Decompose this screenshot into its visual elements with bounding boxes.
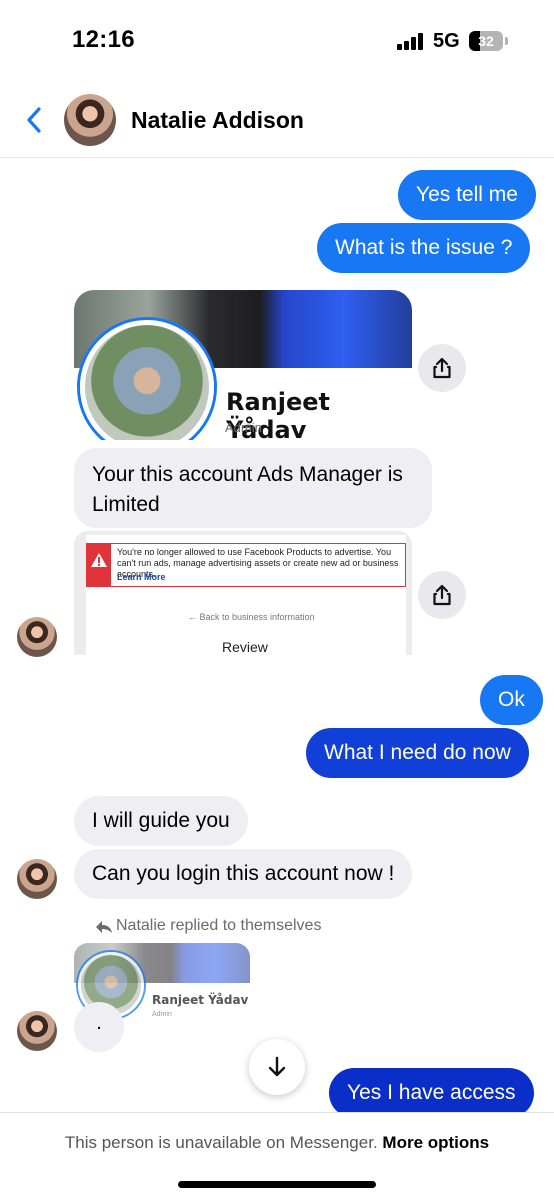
status-bar: 12:16 5G 32 bbox=[0, 0, 554, 80]
message-incoming[interactable]: Can you login this account now ! bbox=[74, 849, 413, 899]
message-incoming[interactable]: Your this account Ads Manager is Limited bbox=[74, 448, 432, 528]
reply-icon bbox=[96, 921, 112, 933]
arrow-down-icon bbox=[268, 1056, 286, 1077]
message-outgoing[interactable]: Ok bbox=[480, 675, 543, 725]
restriction-screenshot[interactable]: You're no longer allowed to use Facebook… bbox=[74, 531, 412, 655]
share-icon bbox=[433, 357, 451, 379]
warning-icon bbox=[91, 553, 107, 567]
scroll-down-button[interactable] bbox=[249, 1039, 305, 1095]
share-button[interactable] bbox=[418, 571, 466, 619]
alert-stripe bbox=[87, 544, 111, 586]
battery-percent: 32 bbox=[478, 33, 494, 49]
sender-avatar bbox=[17, 859, 57, 899]
message-outgoing[interactable]: Yes I have access bbox=[329, 1068, 534, 1118]
message-outgoing[interactable]: What I need do now bbox=[306, 728, 529, 778]
message-outgoing[interactable]: What is the issue ? bbox=[317, 223, 531, 273]
message-outgoing[interactable]: Yes tell me bbox=[398, 170, 536, 220]
chat-header: Natalie Addison bbox=[0, 82, 554, 158]
screenshot-content: You're no longer allowed to use Facebook… bbox=[86, 535, 406, 655]
contact-name[interactable]: Natalie Addison bbox=[131, 107, 304, 134]
mini-profile-name: Ranjeet Ÿådav bbox=[152, 993, 249, 1007]
message-incoming[interactable]: . bbox=[74, 1002, 124, 1052]
contact-avatar[interactable] bbox=[64, 94, 116, 146]
review-label: Review bbox=[222, 639, 268, 655]
message-incoming[interactable]: I will guide you bbox=[74, 796, 248, 846]
network-label: 5G bbox=[433, 30, 460, 52]
share-icon bbox=[433, 584, 451, 606]
footer-text: This person is unavailable on Messenger.… bbox=[0, 1133, 554, 1153]
back-button[interactable] bbox=[20, 104, 48, 136]
home-indicator[interactable] bbox=[178, 1181, 376, 1188]
sender-avatar bbox=[17, 1011, 57, 1051]
share-button[interactable] bbox=[418, 344, 466, 392]
profile-role: Admin bbox=[225, 420, 262, 435]
unavailable-text: This person is unavailable on Messenger. bbox=[64, 1133, 378, 1152]
signal-icon bbox=[397, 33, 425, 50]
back-to-business-link: ← Back to business information bbox=[188, 612, 315, 622]
mini-profile-role: Admin bbox=[152, 1011, 172, 1018]
status-time: 12:16 bbox=[72, 26, 135, 53]
shared-profile-card[interactable]: Ranjeet Ÿådav Admin bbox=[74, 290, 412, 440]
unavailable-footer: This person is unavailable on Messenger.… bbox=[0, 1112, 554, 1200]
learn-more-link: Learn More bbox=[117, 572, 166, 582]
reply-note: Natalie replied to themselves bbox=[116, 917, 322, 934]
sender-avatar bbox=[17, 617, 57, 657]
battery-icon: 32 bbox=[469, 31, 503, 51]
battery-tip bbox=[505, 37, 508, 45]
chevron-left-icon bbox=[27, 107, 41, 133]
restriction-alert: You're no longer allowed to use Facebook… bbox=[86, 543, 406, 587]
more-options-link[interactable]: More options bbox=[382, 1133, 489, 1152]
